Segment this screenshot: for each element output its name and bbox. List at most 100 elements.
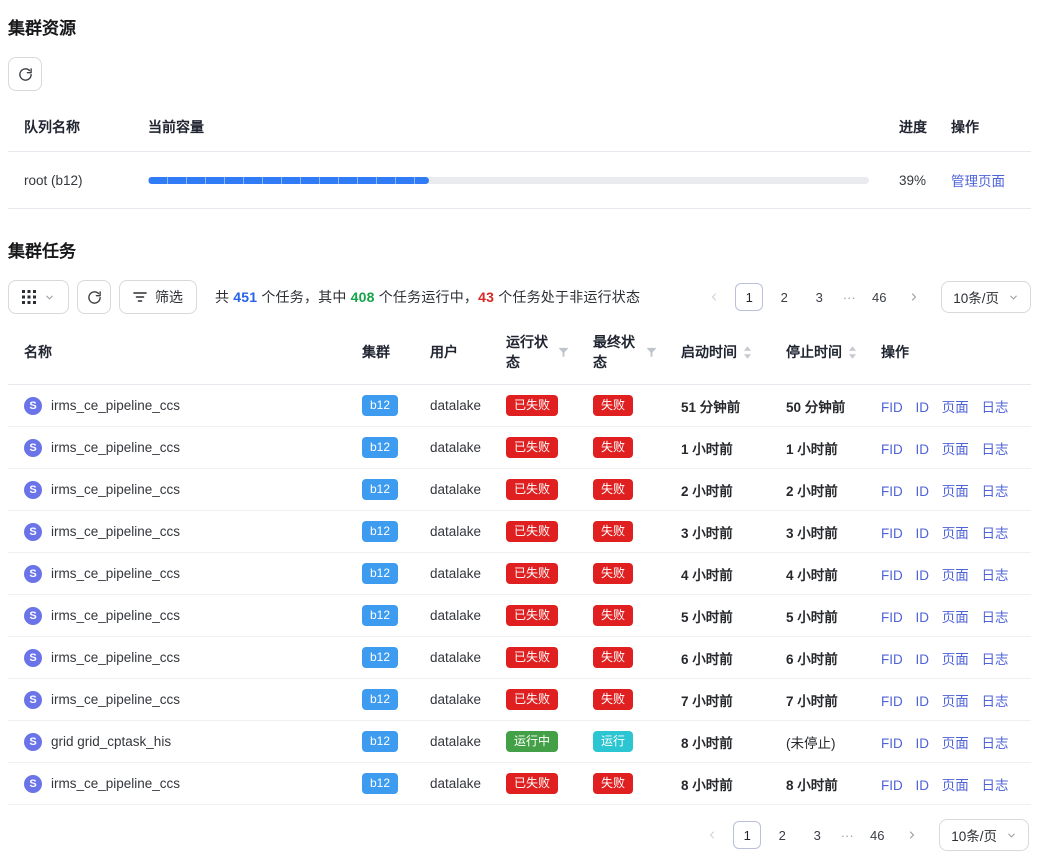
tasks-summary: 共 451 个任务，其中 408 个任务运行中，43 个任务处于非运行状态 bbox=[215, 287, 640, 307]
page-link[interactable]: 页面 bbox=[942, 484, 969, 499]
fid-link[interactable]: FID bbox=[881, 610, 903, 625]
page-link[interactable]: 页面 bbox=[942, 442, 969, 457]
table-row: S irms_ce_pipeline_ccs b12 datalake 已失败 … bbox=[8, 469, 1031, 511]
filter-funnel-icon[interactable] bbox=[646, 347, 657, 358]
fid-link[interactable]: FID bbox=[881, 694, 903, 709]
run-status-badge: 已失败 bbox=[506, 563, 558, 584]
pagination-next-button[interactable] bbox=[898, 821, 926, 849]
sort-icon[interactable] bbox=[848, 346, 857, 359]
stop-time: 3 小时前 bbox=[786, 526, 838, 541]
fid-link[interactable]: FID bbox=[881, 568, 903, 583]
page-link[interactable]: 页面 bbox=[942, 610, 969, 625]
refresh-icon bbox=[18, 67, 33, 82]
run-status-badge: 已失败 bbox=[506, 689, 558, 710]
column-settings-button[interactable] bbox=[8, 280, 69, 314]
refresh-icon bbox=[87, 290, 102, 305]
fid-link[interactable]: FID bbox=[881, 736, 903, 751]
log-link[interactable]: 日志 bbox=[982, 652, 1009, 667]
fid-link[interactable]: FID bbox=[881, 526, 903, 541]
id-link[interactable]: ID bbox=[916, 610, 930, 625]
run-status-badge: 已失败 bbox=[506, 605, 558, 626]
filter-lines-icon bbox=[133, 290, 147, 304]
fid-link[interactable]: FID bbox=[881, 400, 903, 415]
log-link[interactable]: 日志 bbox=[982, 526, 1009, 541]
pagination-page-3[interactable]: 3 bbox=[805, 283, 833, 311]
task-name: irms_ce_pipeline_ccs bbox=[51, 524, 180, 539]
table-row: root (b12) 39% 管理页面 bbox=[8, 152, 1031, 209]
fid-link[interactable]: FID bbox=[881, 484, 903, 499]
log-link[interactable]: 日志 bbox=[982, 568, 1009, 583]
cluster-badge: b12 bbox=[362, 647, 398, 668]
page-link[interactable]: 页面 bbox=[942, 526, 969, 541]
id-link[interactable]: ID bbox=[916, 484, 930, 499]
id-link[interactable]: ID bbox=[916, 778, 930, 793]
resources-table: 队列名称 当前容量 进度 操作 root (b12) 39% 管理页面 bbox=[8, 105, 1031, 209]
id-link[interactable]: ID bbox=[916, 442, 930, 457]
filter-button[interactable]: 筛选 bbox=[119, 280, 197, 314]
log-link[interactable]: 日志 bbox=[982, 694, 1009, 709]
start-time: 5 小时前 bbox=[681, 610, 733, 625]
fid-link[interactable]: FID bbox=[881, 442, 903, 457]
pagination-prev-button[interactable] bbox=[698, 821, 726, 849]
page-size-select[interactable]: 10条/页 bbox=[941, 281, 1031, 313]
start-time: 8 小时前 bbox=[681, 778, 733, 793]
log-link[interactable]: 日志 bbox=[982, 442, 1009, 457]
start-time: 6 小时前 bbox=[681, 652, 733, 667]
id-link[interactable]: ID bbox=[916, 694, 930, 709]
id-link[interactable]: ID bbox=[916, 568, 930, 583]
pagination-page-46[interactable]: 46 bbox=[863, 821, 891, 849]
start-time: 2 小时前 bbox=[681, 484, 733, 499]
manage-page-link[interactable]: 管理页面 bbox=[951, 174, 1005, 189]
page-link[interactable]: 页面 bbox=[942, 778, 969, 793]
pagination-page-1[interactable]: 1 bbox=[735, 283, 763, 311]
page-link[interactable]: 页面 bbox=[942, 652, 969, 667]
task-name: irms_ce_pipeline_ccs bbox=[51, 440, 180, 455]
id-link[interactable]: ID bbox=[916, 400, 930, 415]
page-link[interactable]: 页面 bbox=[942, 736, 969, 751]
tasks-section-title: 集群任务 bbox=[8, 237, 1031, 262]
log-link[interactable]: 日志 bbox=[982, 610, 1009, 625]
pagination-ellipsis[interactable]: ··· bbox=[840, 290, 858, 305]
pagination-next-button[interactable] bbox=[900, 283, 928, 311]
log-link[interactable]: 日志 bbox=[982, 400, 1009, 415]
resources-refresh-button[interactable] bbox=[8, 57, 42, 91]
col-header-stop-time[interactable]: 停止时间 bbox=[770, 324, 865, 385]
col-header-stop-time-label: 停止时间 bbox=[786, 342, 842, 362]
id-link[interactable]: ID bbox=[916, 526, 930, 541]
user-name: datalake bbox=[430, 524, 481, 539]
cluster-badge: b12 bbox=[362, 521, 398, 542]
pagination-ellipsis[interactable]: ··· bbox=[838, 828, 856, 843]
sort-icon[interactable] bbox=[743, 346, 752, 359]
pagination-page-2[interactable]: 2 bbox=[768, 821, 796, 849]
page-link[interactable]: 页面 bbox=[942, 400, 969, 415]
pagination-page-2[interactable]: 2 bbox=[770, 283, 798, 311]
id-link[interactable]: ID bbox=[916, 736, 930, 751]
final-status-badge: 失败 bbox=[593, 395, 633, 416]
pagination-prev-button[interactable] bbox=[700, 283, 728, 311]
task-name: irms_ce_pipeline_ccs bbox=[51, 398, 180, 413]
log-link[interactable]: 日志 bbox=[982, 778, 1009, 793]
tasks-refresh-button[interactable] bbox=[77, 280, 111, 314]
filter-funnel-icon[interactable] bbox=[558, 347, 569, 358]
pagination-page-3[interactable]: 3 bbox=[803, 821, 831, 849]
col-header-start-time[interactable]: 启动时间 bbox=[665, 324, 770, 385]
pagination-bottom-container: 1 2 3 ··· 46 10条/页 bbox=[8, 819, 1031, 851]
page-size-select[interactable]: 10条/页 bbox=[939, 819, 1029, 851]
cluster-badge: b12 bbox=[362, 731, 398, 752]
chevron-down-icon bbox=[44, 292, 55, 303]
fid-link[interactable]: FID bbox=[881, 652, 903, 667]
page-link[interactable]: 页面 bbox=[942, 694, 969, 709]
page-link[interactable]: 页面 bbox=[942, 568, 969, 583]
fid-link[interactable]: FID bbox=[881, 778, 903, 793]
id-link[interactable]: ID bbox=[916, 652, 930, 667]
log-link[interactable]: 日志 bbox=[982, 484, 1009, 499]
pagination-page-1[interactable]: 1 bbox=[733, 821, 761, 849]
avatar: S bbox=[24, 439, 42, 457]
pagination-page-46[interactable]: 46 bbox=[865, 283, 893, 311]
cluster-badge: b12 bbox=[362, 689, 398, 710]
summary-running-count: 408 bbox=[351, 289, 375, 305]
filter-button-label: 筛选 bbox=[155, 287, 183, 307]
run-status-badge: 已失败 bbox=[506, 773, 558, 794]
final-status-badge: 失败 bbox=[593, 521, 633, 542]
log-link[interactable]: 日志 bbox=[982, 736, 1009, 751]
